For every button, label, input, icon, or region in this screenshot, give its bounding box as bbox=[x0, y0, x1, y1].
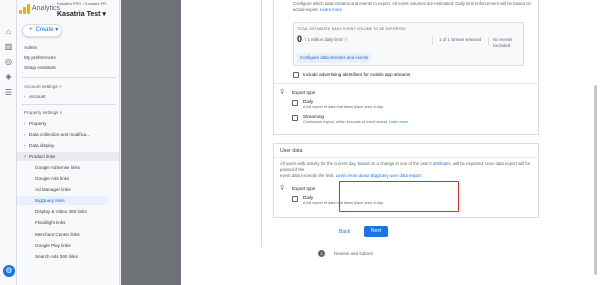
sidebar-link-sa360[interactable]: Search Ads 360 links bbox=[17, 252, 119, 261]
annotation-highlight-box bbox=[339, 181, 459, 212]
advertising-icon[interactable]: ◈ bbox=[4, 72, 13, 81]
step-review-submit[interactable]: Review and submit bbox=[334, 251, 373, 256]
user-daily-export-checkbox[interactable] bbox=[292, 196, 298, 202]
create-button[interactable]: + Create ▾ bbox=[22, 24, 62, 37]
user-data-learn-more-link[interactable]: Learn more about BigQuery user data expo… bbox=[336, 173, 421, 178]
sidebar-link-ad-manager[interactable]: Ad Manager links bbox=[17, 185, 119, 194]
estimate-limit: / 1 million daily limit ⓘ bbox=[305, 37, 348, 42]
attributes-link[interactable]: attributes bbox=[433, 161, 451, 166]
estimate-value: 0 bbox=[297, 34, 303, 44]
main-area: Configure which data streams and events … bbox=[121, 0, 600, 285]
admin-gear-icon[interactable]: ⚙ bbox=[3, 265, 15, 277]
filter-icon: ⊽ bbox=[280, 186, 285, 192]
card-divider bbox=[274, 83, 538, 84]
sidebar-section-property-settings[interactable]: Property settings ˄ bbox=[17, 108, 119, 117]
analytics-logo-icon bbox=[19, 4, 30, 14]
sidebar-item-setup-assistant[interactable]: Setup Assistant bbox=[17, 63, 119, 72]
user-data-description: All users with activity for the current … bbox=[280, 161, 531, 178]
streaming-description: Continuous export, within seconds of eve… bbox=[303, 120, 409, 124]
sidebar-item-my-preferences[interactable]: My preferences bbox=[17, 53, 119, 62]
sidebar-item-property[interactable]: › Property bbox=[17, 119, 119, 128]
admin-sidebar: Analytics Kasatria PRD › Kasatria PR Kas… bbox=[17, 0, 120, 285]
step-number-badge: 3 bbox=[318, 250, 325, 257]
estimate-box: TOTAL ESTIMATED DAILY EVENT VOLUME TO BE… bbox=[293, 22, 524, 66]
events-excluded: No events excluded bbox=[493, 37, 513, 48]
sidebar-item-account[interactable]: › Account bbox=[17, 92, 119, 101]
stat-divider bbox=[488, 37, 489, 45]
stat-divider bbox=[432, 37, 433, 45]
export-type-title: Export type bbox=[292, 90, 316, 95]
back-button[interactable]: Back bbox=[339, 228, 350, 236]
explore-icon[interactable]: ◎ bbox=[4, 57, 13, 66]
streaming-learn-more-link[interactable]: Learn more bbox=[389, 120, 408, 124]
chevron-up-icon: ˄ bbox=[59, 110, 63, 115]
sidebar-link-merchant-center[interactable]: Merchant Center links bbox=[17, 230, 119, 239]
include-ads-label: Include advertising identifiers for mobi… bbox=[303, 72, 411, 77]
configure-streams-button[interactable]: Configure data streams and events bbox=[297, 53, 372, 63]
sidebar-link-dv360[interactable]: Display & Video 360 links bbox=[17, 207, 119, 216]
stepper-line bbox=[261, 0, 262, 247]
app-name: Analytics bbox=[32, 5, 61, 12]
sidebar-item-data-display[interactable]: › Data display bbox=[17, 141, 119, 150]
streams-description: Configure which data streams and events … bbox=[293, 1, 531, 12]
daily-export-checkbox[interactable] bbox=[292, 100, 298, 106]
configure-icon[interactable]: ☰ bbox=[4, 88, 13, 97]
sidebar-item-product-links[interactable]: ˅ Product links bbox=[17, 152, 119, 161]
data-streams-card: Configure which data streams and events … bbox=[273, 0, 539, 135]
sidebar-link-floodlight[interactable]: Floodlight links bbox=[17, 218, 119, 227]
help-icon[interactable]: ⓘ bbox=[343, 37, 347, 42]
sidebar-divider bbox=[22, 77, 116, 78]
sidebar-link-bigquery[interactable]: BigQuery links bbox=[17, 196, 109, 205]
sidebar-link-google-play[interactable]: Google Play links bbox=[17, 241, 119, 250]
nav-rail: ⌂ ▥ ◎ ◈ ☰ ⚙ bbox=[0, 0, 17, 285]
include-ads-checkbox[interactable] bbox=[293, 72, 299, 78]
sidebar-item-admin[interactable]: Admin bbox=[17, 43, 119, 52]
streaming-export-checkbox[interactable] bbox=[292, 115, 298, 121]
brand-header: Analytics Kasatria PRD › Kasatria PR Kas… bbox=[17, 0, 119, 20]
user-export-type-title: Export type bbox=[292, 186, 316, 191]
reports-icon[interactable]: ▥ bbox=[4, 42, 13, 51]
next-button[interactable]: Next bbox=[364, 226, 388, 237]
home-icon[interactable]: ⌂ bbox=[4, 27, 13, 36]
sidebar-section-account-settings[interactable]: Account settings ˄ bbox=[17, 82, 119, 91]
card-divider bbox=[274, 157, 538, 158]
learn-more-link[interactable]: Learn more bbox=[320, 7, 342, 12]
streams-selected: 1 of 1 stream selected bbox=[439, 37, 482, 42]
sidebar-link-google-ads[interactable]: Google Ads links bbox=[17, 174, 119, 183]
filter-icon: ⊽ bbox=[280, 90, 285, 96]
sidebar-link-adsense[interactable]: Google AdSense links bbox=[17, 163, 119, 172]
chevron-up-icon: ˄ bbox=[59, 84, 62, 89]
sidebar-divider bbox=[22, 104, 116, 105]
user-data-title: User data bbox=[280, 148, 303, 154]
panel-scrollbar[interactable] bbox=[594, 85, 597, 275]
property-selector[interactable]: Kasatria Test ▾ bbox=[57, 10, 106, 18]
account-path[interactable]: Kasatria PRD › Kasatria PR bbox=[57, 1, 106, 6]
sidebar-item-data-collection[interactable]: › Data collection and modifica... bbox=[17, 130, 119, 139]
daily-description: A full export of data that takes place o… bbox=[303, 105, 384, 109]
bigquery-link-panel: Configure which data streams and events … bbox=[181, 0, 600, 285]
estimate-title: TOTAL ESTIMATED DAILY EVENT VOLUME TO BE… bbox=[297, 27, 406, 31]
